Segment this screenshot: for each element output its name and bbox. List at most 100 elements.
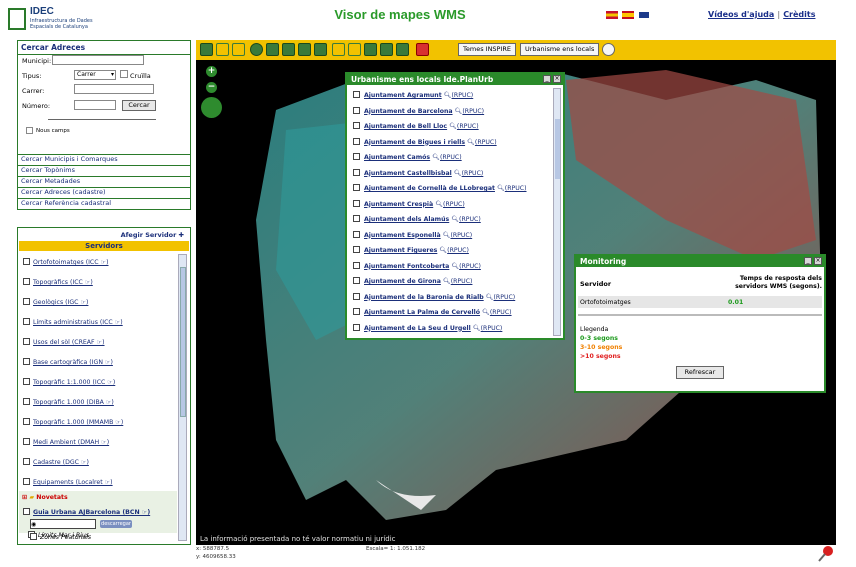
urbanisme-item[interactable]: Ajuntament de la Baronia de Rialb 🔍︎(RPU…: [353, 292, 515, 301]
urbanisme-item[interactable]: Ajuntament Camós 🔍︎(RPUC): [353, 153, 462, 161]
urbanisme-item-name[interactable]: Ajuntament Agramunt: [364, 92, 442, 99]
urbanisme-item-name[interactable]: Ajuntament dels Alamús: [364, 216, 449, 223]
search-icon[interactable]: 🔍︎: [432, 154, 440, 161]
polygon-icon[interactable]: [380, 43, 393, 56]
urbanisme-item[interactable]: Ajuntament de Girona 🔍︎(RPUC): [353, 277, 472, 285]
urbanisme-item[interactable]: Ajuntament Crespià 🔍︎(RPUC): [353, 199, 465, 208]
pencil-icon[interactable]: [364, 43, 377, 56]
guia-filter-input[interactable]: ◉: [30, 519, 96, 529]
clock-icon[interactable]: [602, 43, 615, 56]
search-icon[interactable]: 🔍︎: [451, 263, 459, 270]
gml-icon[interactable]: [416, 43, 429, 56]
urbanisme-item[interactable]: Ajuntament de La Seu d Urgell 🔍︎(RPUC): [353, 323, 503, 332]
close-icon[interactable]: ×: [553, 75, 561, 83]
link-icon[interactable]: [396, 43, 409, 56]
server-item[interactable]: Límits administratius (ICC ☞): [23, 318, 123, 326]
checkbox[interactable]: [23, 318, 30, 325]
minimize-icon[interactable]: _: [543, 75, 551, 83]
identify-icon[interactable]: [282, 43, 295, 56]
scrollbar-thumb[interactable]: [180, 267, 186, 417]
checkbox[interactable]: [23, 438, 30, 445]
pan-arrows-icon[interactable]: [201, 97, 222, 118]
search-link-toponims[interactable]: Cercar Topònims: [18, 165, 190, 174]
urbanisme-item[interactable]: Ajuntament dels Alamús 🔍︎(RPUC): [353, 215, 481, 223]
rpuc-link[interactable]: (RPUC): [451, 278, 473, 285]
server-item[interactable]: Medi Ambient (DMAH ☞): [23, 438, 109, 446]
rpuc-link[interactable]: (RPUC): [505, 185, 527, 192]
urbanisme-item-name[interactable]: Ajuntament de Cornellà de LLobregat: [364, 185, 495, 192]
tipus-select[interactable]: Carrer ▾: [74, 70, 116, 80]
rpuc-link[interactable]: (RPUC): [440, 154, 462, 161]
sub-layer-item[interactable]: Zones Peatonals: [30, 533, 91, 541]
search-link-referencia-cadastral[interactable]: Cercar Referència cadastral: [18, 198, 190, 207]
pushpin-icon[interactable]: [816, 544, 836, 564]
urbanisme-item-name[interactable]: Ajuntament de Bigues i riells: [364, 139, 465, 146]
users-icon[interactable]: [314, 43, 327, 56]
server-item[interactable]: Topogràfic 1.000 (DIBA ☞): [23, 398, 114, 406]
minimize-icon[interactable]: _: [804, 257, 812, 265]
zoom-out-icon[interactable]: −: [206, 82, 217, 93]
server-item[interactable]: Usos del sòl (CREAF ☞): [23, 338, 105, 346]
refresh-button[interactable]: Refrescar: [676, 366, 724, 379]
urbanisme-item-name[interactable]: Ajuntament de La Seu d Urgell: [364, 325, 471, 332]
rpuc-link[interactable]: (RPUC): [452, 92, 474, 99]
urbanisme-item[interactable]: Ajuntament de Bigues i riells 🔍︎(RPUC): [353, 137, 497, 146]
search-icon[interactable]: 🔍︎: [444, 92, 452, 99]
search-icon[interactable]: 🔍︎: [467, 139, 475, 146]
search-icon[interactable]: 🔍︎: [439, 247, 447, 254]
rpuc-link[interactable]: (RPUC): [447, 247, 469, 254]
novetats-folder[interactable]: ⊞ ▰ Novetats: [22, 494, 68, 501]
checkbox[interactable]: [23, 298, 30, 305]
server-list-scrollbar[interactable]: [178, 254, 187, 541]
urbanisme-item-name[interactable]: Ajuntament de Girona: [364, 278, 441, 285]
checkbox[interactable]: [353, 199, 360, 207]
scrollbar-thumb[interactable]: [555, 119, 560, 179]
pan-hand-icon[interactable]: [232, 43, 245, 56]
rpuc-link[interactable]: (RPUC): [481, 325, 503, 332]
idec-logo[interactable]: IDEC Infraestructura de Dades Espacials …: [8, 6, 118, 34]
search-icon[interactable]: 🔍︎: [435, 201, 443, 208]
flag-catalan-icon[interactable]: [606, 11, 618, 19]
rpuc-link[interactable]: (RPUC): [462, 108, 484, 115]
urbanisme-item[interactable]: Ajuntament de Cornellà de LLobregat 🔍︎(R…: [353, 184, 527, 192]
checkbox[interactable]: [23, 418, 30, 425]
zoom-icon[interactable]: [216, 43, 229, 56]
draw-line-icon[interactable]: [332, 43, 345, 56]
server-item[interactable]: Topogràfic 1:1.000 (ICC ☞): [23, 378, 115, 386]
checkbox[interactable]: [23, 458, 30, 465]
info-icon[interactable]: [250, 43, 263, 56]
urbanisme-item-name[interactable]: Ajuntament Figueres: [364, 247, 437, 254]
guia-urbana-item[interactable]: Guia Urbana AJBarcelona (BCN ☞): [23, 508, 150, 516]
checkbox[interactable]: [353, 277, 360, 284]
urbanisme-item-name[interactable]: Ajuntament de Bell Lloc: [364, 123, 447, 130]
urbanisme-item[interactable]: Ajuntament Castellbisbal 🔍︎(RPUC): [353, 168, 483, 177]
urbanisme-item-name[interactable]: Ajuntament Esponellà: [364, 232, 441, 239]
layers-icon[interactable]: [298, 43, 311, 56]
carrer-input[interactable]: [74, 84, 154, 94]
flag-english-icon[interactable]: [638, 11, 650, 19]
cercar-button[interactable]: Cercar: [122, 100, 156, 111]
server-item[interactable]: Geològics (IGC ☞): [23, 298, 88, 306]
search-link-adreces-cadastre[interactable]: Cercar Adreces (cadastre): [18, 187, 190, 196]
checkbox[interactable]: [23, 398, 30, 405]
urbanisme-item-name[interactable]: Ajuntament de la Baronia de Rialb: [364, 294, 484, 301]
server-item[interactable]: Ortofotoimatges (ICC ☞): [23, 258, 109, 266]
zoom-in-icon[interactable]: +: [206, 66, 217, 77]
checkbox[interactable]: [353, 184, 360, 191]
close-icon[interactable]: ×: [814, 257, 822, 265]
checkbox[interactable]: [353, 106, 360, 114]
checkbox[interactable]: [353, 168, 360, 176]
urbanisme-item-name[interactable]: Ajuntament de Barcelona: [364, 108, 453, 115]
urbanisme-item[interactable]: Ajuntament Fontcoberta 🔍︎(RPUC): [353, 261, 481, 270]
zoom-extent-icon[interactable]: [200, 43, 213, 56]
urbanisme-item-name[interactable]: Ajuntament La Palma de Cervelló: [364, 309, 480, 316]
search-icon[interactable]: 🔍︎: [482, 309, 490, 316]
search-icon[interactable]: 🔍︎: [454, 170, 462, 177]
checkbox[interactable]: [23, 358, 30, 365]
checkbox[interactable]: [353, 230, 360, 238]
help-videos-link[interactable]: Vídeos d'ajuda: [708, 10, 774, 19]
server-item[interactable]: Topogràfics (ICC ☞): [23, 278, 93, 286]
urbanisme-item[interactable]: Ajuntament Figueres 🔍︎(RPUC): [353, 246, 469, 254]
checkbox[interactable]: [23, 478, 30, 485]
nous-camps-checkbox[interactable]: [26, 127, 33, 134]
